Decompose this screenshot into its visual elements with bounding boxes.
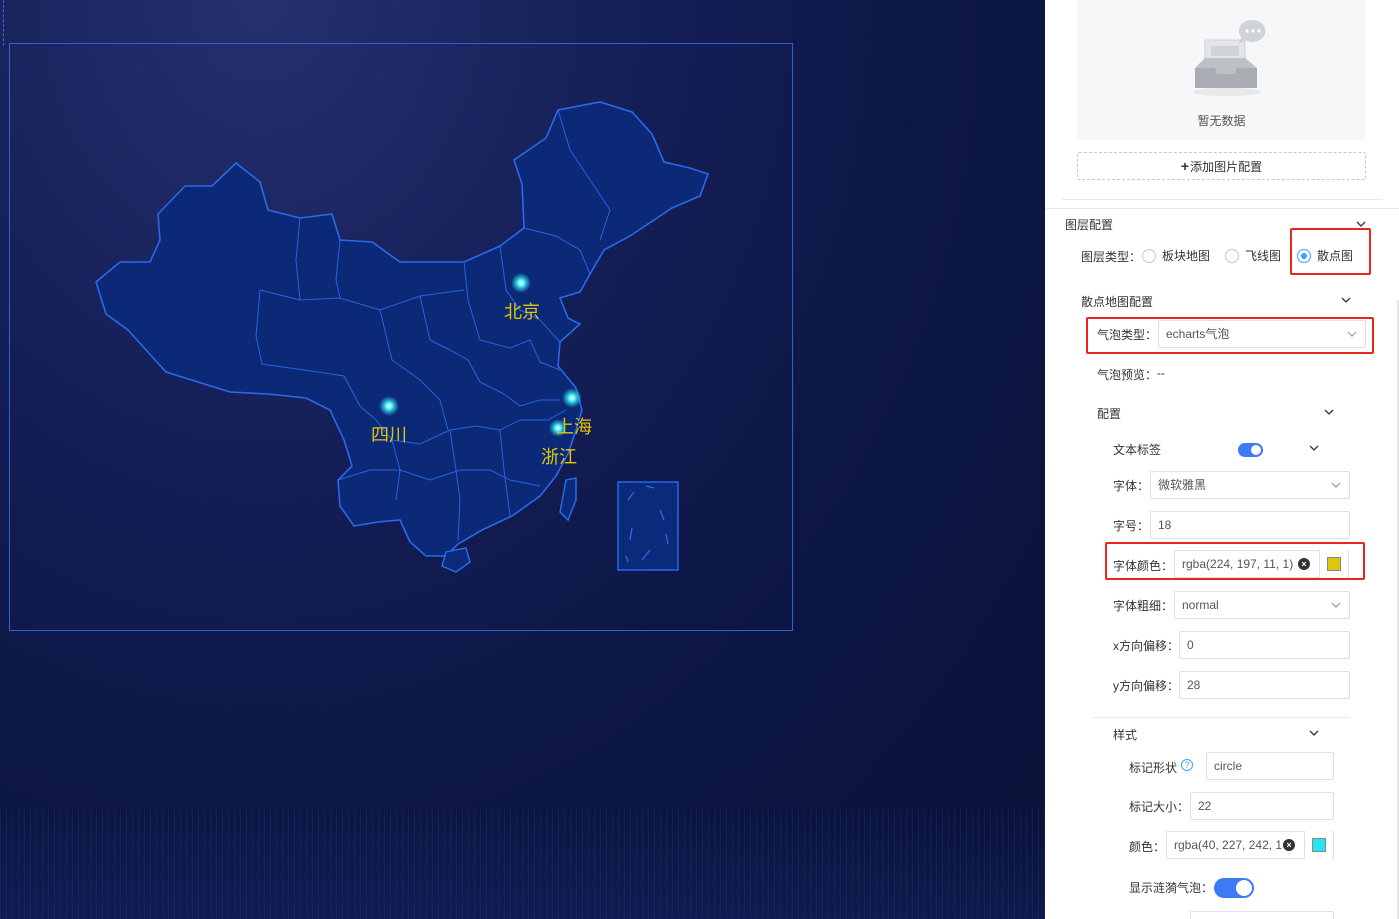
city-label-sichuan: 四川 [371, 425, 407, 446]
city-label-shanghai: 上海 [556, 417, 592, 438]
marker-color-label: 颜色： [1129, 840, 1166, 854]
marker-size-label: 标记大小： [1129, 800, 1190, 814]
divider [1062, 199, 1382, 200]
city-label-beijing: 北京 [504, 302, 540, 323]
radio-label: 板块地图 [1162, 249, 1211, 263]
scatter-config-title: 散点地图配置 [1081, 295, 1154, 309]
font-select[interactable]: 微软雅黑 [1150, 471, 1350, 499]
chevron-down-icon[interactable] [1341, 295, 1351, 305]
chevron-down-icon[interactable] [1356, 219, 1366, 229]
south-china-sea-inset [617, 481, 679, 571]
marker-color-value: rgba(40, 227, 242, 1 [1174, 838, 1283, 852]
plus-icon: + [1180, 158, 1190, 174]
map-canvas: 北京 四川 上海 浙江 [0, 0, 1045, 919]
font-size-input[interactable]: 18 [1150, 511, 1350, 539]
next-field-input[interactable] [1190, 911, 1334, 919]
color-swatch [1312, 838, 1326, 852]
font-weight-value: normal [1182, 598, 1219, 612]
marker-shape-input[interactable]: circle [1206, 752, 1334, 780]
divider [1093, 717, 1350, 718]
bubble-preview-label: 气泡预览： [1097, 368, 1158, 382]
y-offset-input[interactable]: 28 [1179, 671, 1350, 699]
marker-size-input[interactable]: 22 [1190, 792, 1334, 820]
text-label-toggle[interactable] [1238, 443, 1263, 457]
chevron-down-icon [1331, 482, 1341, 488]
x-offset-label: x方向偏移： [1113, 639, 1180, 653]
radio-circle [1297, 249, 1311, 263]
chevron-down-icon [1347, 331, 1357, 337]
layer-type-label: 图层类型： [1081, 250, 1142, 264]
chevron-down-icon[interactable] [1309, 728, 1319, 738]
layer-config-title: 图层配置 [1065, 218, 1114, 232]
china-mainland-shape [95, 101, 710, 557]
config-section-title: 配置 [1097, 407, 1122, 421]
font-label: 字体： [1113, 479, 1150, 493]
empty-text: 暂无数据 [1197, 114, 1246, 128]
font-color-picker[interactable] [1319, 550, 1347, 578]
font-size-label: 字号： [1113, 519, 1150, 533]
bubble-type-value: echarts气泡 [1166, 327, 1230, 341]
text-label-title: 文本标签 [1113, 443, 1162, 457]
marker-shape-label: 标记形状 [1129, 761, 1178, 775]
bubble-beijing [511, 273, 531, 293]
radio-label: 散点图 [1317, 249, 1354, 263]
add-image-config-label: 添加图片配置 [1190, 160, 1263, 174]
taiwan-shape [559, 477, 577, 522]
marker-color-picker[interactable] [1304, 831, 1332, 859]
city-label-zhejiang: 浙江 [541, 447, 577, 468]
radio-block-map[interactable]: 板块地图 [1142, 246, 1210, 266]
x-offset-input[interactable]: 0 [1179, 631, 1350, 659]
ripple-toggle[interactable] [1214, 878, 1254, 898]
ripple-label: 显示涟漪气泡： [1129, 881, 1214, 895]
bubble-type-label: 气泡类型： [1097, 328, 1158, 342]
font-value: 微软雅黑 [1158, 478, 1207, 492]
radio-circle [1225, 249, 1239, 263]
radio-scatter[interactable]: 散点图 [1297, 246, 1353, 266]
empty-image-placeholder: 暂无数据 [1077, 0, 1366, 140]
font-weight-select[interactable]: normal [1174, 591, 1350, 619]
style-section-title: 样式 [1113, 728, 1138, 742]
hainan-shape [441, 547, 471, 573]
radio-circle [1142, 249, 1156, 263]
china-map [95, 101, 710, 573]
clear-icon[interactable]: × [1298, 558, 1310, 570]
empty-inbox-icon [1193, 19, 1266, 96]
font-weight-label: 字体粗细： [1113, 599, 1174, 613]
radio-label: 飞线图 [1245, 249, 1282, 263]
chevron-down-icon [1331, 602, 1341, 608]
font-color-label: 字体颜色： [1113, 559, 1174, 573]
add-image-config-button[interactable]: +添加图片配置 [1077, 152, 1366, 180]
chevron-down-icon[interactable] [1309, 443, 1319, 453]
y-offset-label: y方向偏移： [1113, 679, 1180, 693]
font-color-value: rgba(224, 197, 11, 1) [1182, 557, 1294, 571]
bubble-shanghai [562, 388, 582, 408]
divider [1045, 208, 1399, 209]
config-panel: 暂无数据 +添加图片配置 图层配置 图层类型： 板块地图 飞线图 散点图 散点地… [1045, 0, 1399, 919]
bubble-sichuan [379, 396, 399, 416]
clear-icon[interactable]: × [1283, 839, 1295, 851]
color-swatch [1327, 557, 1341, 571]
chevron-down-icon[interactable] [1324, 407, 1334, 417]
help-icon[interactable]: ? [1181, 759, 1193, 771]
bubble-type-select[interactable]: echarts气泡 [1158, 320, 1366, 348]
bubble-preview-value: -- [1157, 366, 1165, 380]
radio-flyline[interactable]: 飞线图 [1225, 246, 1281, 266]
